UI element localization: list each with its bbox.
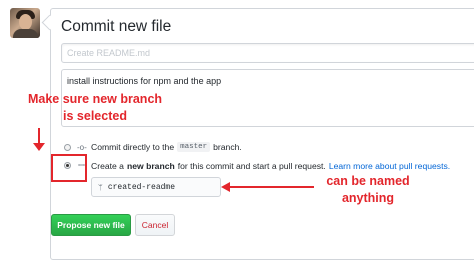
annotation-select-new-branch: Make sure new branch is selected bbox=[20, 91, 170, 125]
commit-directly-suffix: branch. bbox=[213, 142, 242, 152]
master-branch-label: master bbox=[177, 142, 211, 152]
branch-icon: ᛘ bbox=[98, 182, 103, 192]
new-branch-suffix: for this commit and start a pull request… bbox=[177, 160, 326, 171]
page-title: Commit new file bbox=[61, 18, 172, 35]
commit-directly-prefix: Commit directly to the bbox=[91, 142, 175, 152]
annotation-branch-name: can be named anything bbox=[318, 173, 418, 207]
commit-directly-radio[interactable] bbox=[64, 143, 71, 151]
new-branch-option[interactable]: ꟷ Create a new branch for this commit an… bbox=[64, 160, 450, 171]
annotation-arrow-left bbox=[228, 186, 314, 188]
branch-name-input[interactable]: ᛘ created-readme bbox=[91, 177, 221, 197]
commit-icon: -o- bbox=[77, 142, 87, 152]
pull-request-help-link[interactable]: Learn more about pull requests. bbox=[329, 161, 450, 171]
commit-directly-option[interactable]: -o- Commit directly to the master branch… bbox=[64, 142, 242, 152]
cancel-button[interactable]: Cancel bbox=[135, 214, 175, 236]
annotation-left-line2: is selected bbox=[63, 109, 127, 123]
annotation-right-line1: can be named bbox=[326, 174, 410, 188]
commit-summary-input[interactable] bbox=[61, 43, 474, 63]
annotation-right-line2: anything bbox=[341, 191, 395, 205]
annotation-highlight-box bbox=[51, 154, 87, 182]
branch-name-value: created-readme bbox=[107, 182, 176, 192]
new-branch-prefix: Create a bbox=[91, 160, 124, 171]
avatar bbox=[10, 8, 40, 38]
propose-new-file-button[interactable]: Propose new file bbox=[51, 214, 131, 236]
annotation-left-line1: Make sure new branch bbox=[27, 92, 163, 106]
annotation-arrow-down-head bbox=[33, 143, 45, 151]
annotation-arrow-left-head bbox=[221, 182, 230, 192]
new-branch-bold: new branch bbox=[126, 160, 175, 171]
